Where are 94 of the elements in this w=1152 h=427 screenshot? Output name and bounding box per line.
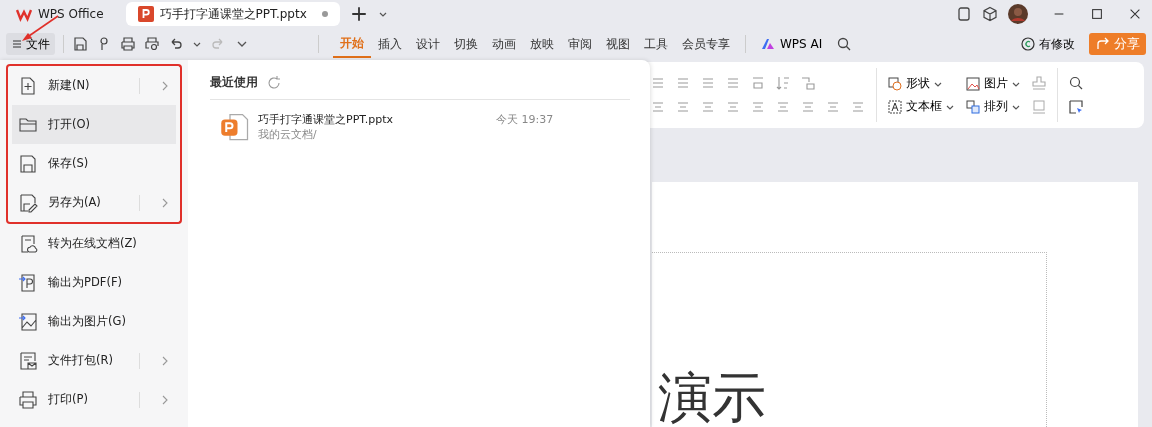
maximize-icon[interactable] [1090, 7, 1104, 21]
save-icon[interactable] [72, 36, 88, 52]
title-placeholder[interactable]: 演示 [652, 252, 1047, 427]
menu-item[interactable]: 打开(O) [6, 105, 182, 144]
document-tab[interactable]: WPS Office [4, 2, 116, 26]
align-icon[interactable] [750, 99, 766, 115]
chevron-icon [160, 394, 170, 405]
menu-item-label: 另存为(A) [48, 195, 101, 210]
ai-logo-icon [760, 36, 776, 52]
recent-file[interactable]: 巧手打字通课堂之PPT.pptx 我的云文档/ 今天 19:37 [210, 100, 630, 154]
menu-item-label: 新建(N) [48, 78, 90, 93]
align-icon[interactable] [825, 99, 841, 115]
picture-icon [965, 75, 981, 92]
new-tab-icon[interactable] [349, 5, 368, 23]
avatar[interactable] [1008, 4, 1028, 24]
fill-icon[interactable] [1031, 99, 1047, 115]
file-name: 巧手打字通课堂之PPT.pptx [258, 112, 394, 127]
search-icon[interactable] [836, 36, 853, 52]
convert-icon[interactable] [800, 75, 816, 91]
slide[interactable]: 演示 [652, 182, 1138, 427]
shape-icon [887, 75, 903, 92]
ribbon-tab[interactable]: 切换 [447, 30, 485, 58]
align-icon[interactable] [675, 99, 691, 115]
list-icon[interactable] [675, 75, 691, 91]
text-box-icon [887, 98, 903, 115]
text-direction-icon[interactable] [750, 75, 766, 91]
recent-title: 最近使用 [210, 74, 258, 91]
print-preview-icon[interactable] [144, 36, 160, 52]
menu-item[interactable]: 输出为图片(G) [6, 302, 180, 341]
menu-item-label: 保存(S) [48, 156, 89, 171]
new-file-icon [18, 75, 38, 96]
wps-ai-button[interactable]: WPS AI [754, 35, 829, 53]
save-icon [18, 153, 38, 174]
save-status-button[interactable]: 有修改 [1014, 34, 1081, 54]
chevron-icon [160, 197, 170, 208]
file-menu-button[interactable]: 文件 [6, 33, 55, 55]
list-icon[interactable] [725, 75, 741, 91]
align-icon[interactable] [725, 99, 741, 115]
ribbon-tab[interactable]: 视图 [599, 30, 637, 58]
pdf-export-icon [18, 272, 38, 293]
menu-item[interactable]: 文件打包(R) [6, 341, 180, 380]
ribbon-tab[interactable]: 插入 [371, 30, 409, 58]
slide-title: 演示 [658, 371, 766, 425]
file-time: 今天 19:37 [496, 112, 554, 127]
menu-item-label: 输出为PDF(F) [48, 275, 122, 290]
arrange-icon [965, 98, 981, 115]
ribbon-tab[interactable]: 工具 [637, 30, 675, 58]
printer-icon[interactable] [120, 36, 136, 52]
menu-item-label: 打印(P) [48, 392, 88, 407]
ribbon-tab[interactable]: 放映 [523, 30, 561, 58]
ribbon-tab[interactable]: 会员专享 [675, 30, 737, 58]
cube-icon[interactable] [982, 6, 998, 22]
select-icon[interactable] [1068, 99, 1084, 115]
ribbon-tool-button[interactable]: 形状 [887, 75, 955, 92]
refresh-icon[interactable] [266, 74, 282, 91]
menu-item[interactable]: 转为在线文档(Z) [6, 224, 180, 263]
align-icon[interactable] [775, 99, 791, 115]
presentation-file-icon [220, 112, 250, 142]
window-icon[interactable] [956, 6, 972, 22]
image-export-icon [18, 311, 38, 332]
file-location: 我的云文档/ [258, 128, 318, 142]
menu-item-label: 文件打包(R) [48, 353, 113, 368]
chevron-icon [160, 80, 170, 91]
ribbon-tool-button[interactable]: 排列 [965, 98, 1021, 115]
package-icon [18, 350, 38, 371]
document-tab[interactable]: 巧手打字通课堂之PPT.pptx [125, 2, 340, 26]
menu-item[interactable]: 另存为(A) [6, 183, 182, 224]
ribbon-tab[interactable]: 审阅 [561, 30, 599, 58]
menu-icon [11, 38, 23, 50]
stamp-icon[interactable] [1031, 75, 1047, 91]
menu-item[interactable]: 保存(S) [6, 144, 182, 183]
ribbon-tab[interactable]: 动画 [485, 30, 523, 58]
list-icon[interactable] [650, 75, 666, 91]
ribbon-tool-button[interactable]: 图片 [965, 75, 1021, 92]
ribbon-tool-button[interactable]: 文本框 [887, 98, 955, 115]
ribbon-tab[interactable]: 设计 [409, 30, 447, 58]
save-as-icon [18, 192, 38, 213]
menu-item[interactable]: 打印(P) [6, 380, 180, 419]
align-icon[interactable] [650, 99, 666, 115]
search-icon[interactable] [1068, 75, 1084, 91]
presentation-file-icon [137, 6, 154, 22]
menu-item-label: 打开(O) [48, 117, 91, 132]
align-icon[interactable] [800, 99, 816, 115]
menu-item[interactable]: 输出为PDF(F) [6, 263, 180, 302]
list-icon[interactable] [700, 75, 716, 91]
sort-icon[interactable] [775, 75, 791, 91]
align-icon[interactable] [850, 99, 866, 115]
printer-icon [18, 389, 38, 410]
cloud-document-icon [18, 233, 38, 254]
chevron-icon [160, 355, 170, 366]
menu-item-label: 转为在线文档(Z) [48, 236, 137, 251]
menu-item-label: 输出为图片(G) [48, 314, 126, 329]
close-icon[interactable] [1128, 7, 1142, 21]
align-icon[interactable] [700, 99, 716, 115]
